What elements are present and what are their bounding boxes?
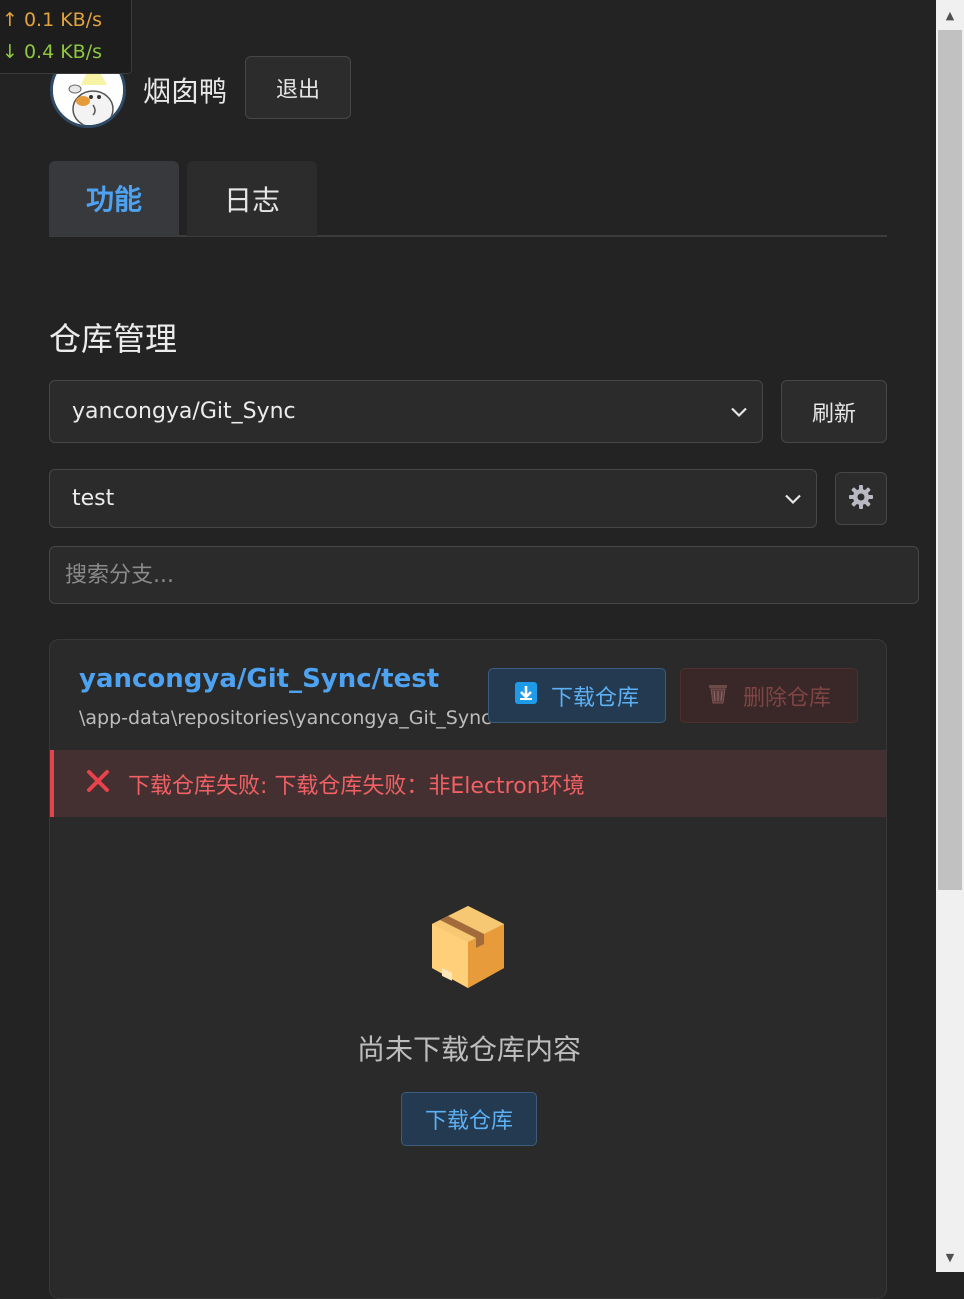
upload-speed: ↑ 0.1 KB/s xyxy=(2,9,103,31)
vertical-scrollbar[interactable]: ▲ ▼ xyxy=(936,0,964,1272)
download-speed: ↓ 0.4 KB/s xyxy=(2,41,103,63)
download-repository-button[interactable]: 下载仓库 xyxy=(488,668,666,723)
error-message: 下载仓库失败: 下载仓库失败：非Electron环境 xyxy=(128,773,585,799)
chevron-down-icon xyxy=(784,486,802,511)
close-icon xyxy=(86,769,110,799)
delete-repository-button[interactable]: 删除仓库 xyxy=(680,668,858,723)
trash-icon xyxy=(707,682,729,710)
branch-select[interactable]: test xyxy=(49,469,817,528)
branch-settings-button[interactable] xyxy=(835,472,887,525)
delete-repository-label: 删除仓库 xyxy=(742,685,831,711)
scrollbar-thumb[interactable] xyxy=(938,30,962,890)
logout-button[interactable]: 退出 xyxy=(245,56,351,119)
repository-select-value: yancongya/Git_Sync xyxy=(72,399,296,424)
section-title: 仓库管理 xyxy=(49,320,178,358)
download-repository-label: 下载仓库 xyxy=(550,685,639,711)
download-icon xyxy=(514,681,537,710)
tab-logs[interactable]: 日志 xyxy=(187,161,317,236)
tab-features[interactable]: 功能 xyxy=(49,161,179,236)
branch-search-input[interactable] xyxy=(49,546,919,604)
gear-icon xyxy=(848,484,874,514)
repository-card: yancongya/Git_Sync/test \app-data\reposi… xyxy=(49,639,887,1299)
empty-state-download-button[interactable]: 下载仓库 xyxy=(401,1092,537,1146)
chevron-down-icon xyxy=(730,399,748,424)
repository-select[interactable]: yancongya/Git_Sync xyxy=(49,380,763,443)
repository-local-path: \app-data\repositories\yancongya_Git_Syn… xyxy=(79,707,492,729)
branch-select-value: test xyxy=(72,486,115,511)
error-alert: 下载仓库失败: 下载仓库失败：非Electron环境 xyxy=(50,750,886,817)
empty-state-message: 尚未下载仓库内容 xyxy=(356,1033,581,1066)
username: 烟囱鸭 xyxy=(143,75,228,108)
refresh-button[interactable]: 刷新 xyxy=(781,380,887,443)
repository-full-name[interactable]: yancongya/Git_Sync/test xyxy=(79,664,439,694)
scroll-up-arrow-icon[interactable]: ▲ xyxy=(936,2,964,28)
network-speed-overlay: ↑ 0.1 KB/s ↓ 0.4 KB/s xyxy=(0,0,132,74)
scroll-down-arrow-icon[interactable]: ▼ xyxy=(936,1244,964,1270)
tab-bar: 功能 日志 xyxy=(49,161,887,237)
package-box-icon xyxy=(430,904,506,994)
